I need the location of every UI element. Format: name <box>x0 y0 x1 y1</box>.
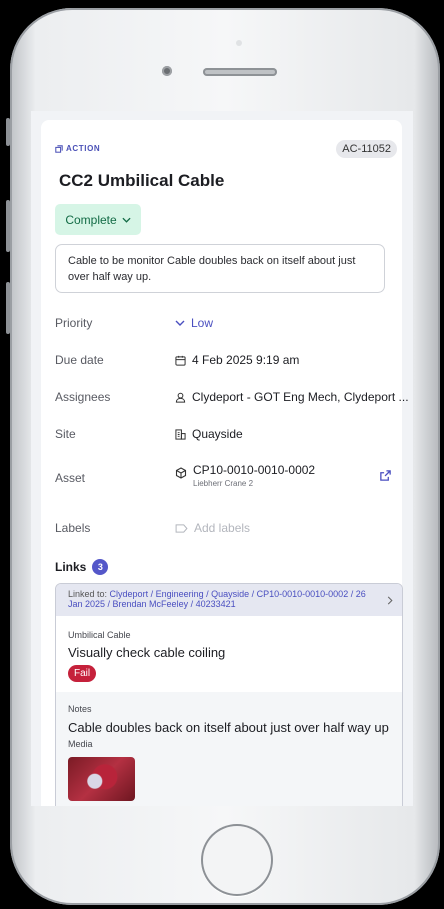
links-count-badge: 3 <box>92 559 109 575</box>
asset-subtitle: Liebherr Crane 2 <box>193 479 254 488</box>
user-icon <box>175 392 186 403</box>
description-box[interactable]: Cable to be monitor Cable doubles back o… <box>55 244 385 293</box>
status-dropdown[interactable]: Complete <box>55 204 141 235</box>
status-label: Complete <box>65 212 117 227</box>
action-icon <box>55 144 63 153</box>
linked-to-header[interactable]: Linked to: Clydeport / Engineering / Qua… <box>56 584 402 616</box>
notes-label: Notes <box>68 704 92 714</box>
chevron-down-icon <box>175 320 185 326</box>
labels-label: Labels <box>55 521 91 535</box>
asset-label: Asset <box>55 471 86 485</box>
media-thumbnail[interactable] <box>68 757 135 801</box>
assignees-label: Assignees <box>55 390 111 404</box>
linked-to-prefix: Linked to: <box>68 589 108 599</box>
site-selector[interactable]: Quayside <box>175 427 243 441</box>
front-camera <box>162 66 172 76</box>
result-badge: Fail <box>68 665 97 682</box>
earpiece-speaker <box>203 68 277 76</box>
due-date-label: Due date <box>55 353 104 367</box>
linked-item-card: Linked to: Clydeport / Engineering / Qua… <box>55 583 403 806</box>
page-title: CC2 Umbilical Cable <box>59 171 225 190</box>
assignees-selector[interactable]: Clydeport - GOT Eng Mech, Clydeport ... <box>175 390 409 404</box>
calendar-icon <box>175 355 186 366</box>
volume-down-button <box>6 282 10 334</box>
sensor-dot <box>236 40 242 46</box>
question-text: Visually check cable coiling <box>68 645 226 660</box>
volume-up-button <box>6 200 10 252</box>
chevron-down-icon <box>122 217 131 223</box>
notes-text: Cable doubles back on itself about just … <box>68 720 389 735</box>
due-date-value: 4 Feb 2025 9:19 am <box>192 353 300 367</box>
linked-question: Umbilical Cable Visually check cable coi… <box>56 616 402 682</box>
add-labels-button[interactable]: Add labels <box>175 521 250 535</box>
due-date-picker[interactable]: 4 Feb 2025 9:19 am <box>175 353 299 367</box>
external-link-icon[interactable] <box>379 469 392 482</box>
tag-icon <box>175 523 188 533</box>
site-value: Quayside <box>192 427 243 441</box>
notes-section: Notes Cable doubles back on itself about… <box>56 692 402 806</box>
building-icon <box>175 428 186 440</box>
linked-to-path[interactable]: Clydeport / Engineering / Quayside / CP1… <box>68 589 366 609</box>
priority-selector[interactable]: Low <box>175 316 213 330</box>
priority-label: Priority <box>55 316 93 330</box>
media-label: Media <box>68 739 93 749</box>
cube-icon <box>175 467 187 479</box>
action-detail-card: ACTION AC-11052 CC2 Umbilical Cable Comp… <box>41 120 409 806</box>
action-kind-text: ACTION <box>66 144 101 153</box>
links-heading: Links 3 <box>55 559 109 575</box>
chevron-right-icon <box>387 596 393 605</box>
site-label: Site <box>55 427 76 441</box>
assignees-value: Clydeport - GOT Eng Mech, Clydeport ... <box>192 390 409 404</box>
add-labels-text: Add labels <box>194 521 251 535</box>
asset-selector[interactable]: CP10-0010-0010-0002 Liebherr Crane 2 <box>175 463 315 488</box>
action-kind-label: ACTION <box>55 144 100 153</box>
links-heading-text: Links <box>55 560 87 574</box>
mute-switch <box>6 118 10 146</box>
question-category: Umbilical Cable <box>68 630 131 640</box>
home-button[interactable] <box>201 824 273 896</box>
priority-value: Low <box>191 316 214 330</box>
action-reference-badge: AC-11052 <box>336 140 397 158</box>
asset-value: CP10-0010-0010-0002 <box>193 463 316 477</box>
app-screen: ACTION AC-11052 CC2 Umbilical Cable Comp… <box>31 111 413 806</box>
